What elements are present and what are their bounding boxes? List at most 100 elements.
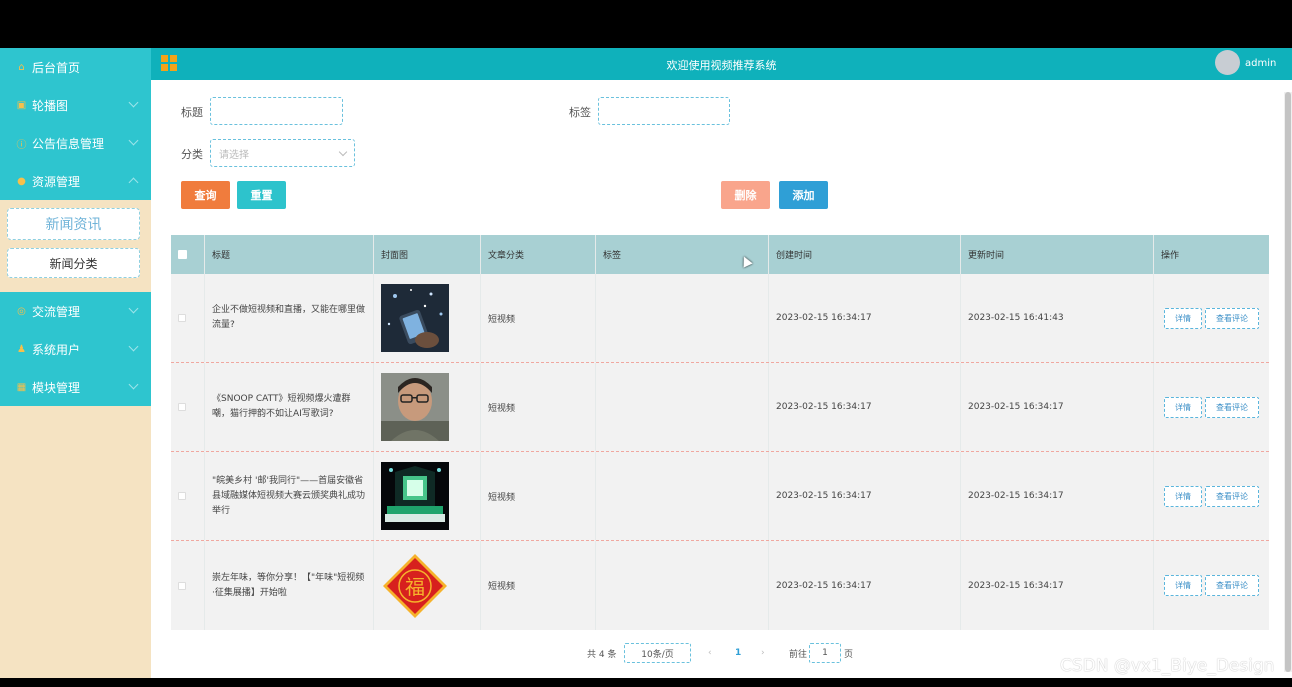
title-input[interactable] [210,97,343,125]
column-header: 创建时间 [769,235,961,274]
sidebar-item-label: 模块管理 [32,380,81,395]
category-cell: 短视频 [481,452,596,540]
sidebar-item-home[interactable]: ⌂ 后台首页 [0,48,151,86]
avatar[interactable] [1215,50,1240,75]
sidebar-item-label: 交流管理 [32,304,81,319]
sidebar-menu: ⌂ 后台首页 ▣ 轮播图 ⓘ 公告信息管理 ● 资源管理 [0,48,151,200]
view-comments-button[interactable]: 查看评论 [1205,307,1259,329]
top-header: 欢迎使用视频推荐系统 admin [151,48,1292,80]
view-comments-button[interactable]: 查看评论 [1205,396,1259,418]
updated-time-cell: 2023-02-15 16:34:17 [961,363,1154,451]
sidebar-item-notice[interactable]: ⓘ 公告信息管理 [0,124,151,162]
detail-button[interactable]: 详情 [1164,575,1202,596]
row-select-cell [171,274,205,362]
reset-button[interactable]: 重置 [237,181,286,209]
sidebar-item-resources[interactable]: ● 资源管理 [0,162,151,200]
chat-icon: ◎ [17,305,26,317]
total-count: 共 4 条 [587,649,617,660]
table-row: 企业不做短视频和直播，又能在哪里做流量? 短视频 2023-02-15 16:3… [171,274,1269,363]
sidebar-menu-lower: ◎ 交流管理 ♟ 系统用户 ▦ 模块管理 [0,292,151,406]
sidebar-item-label: 公告信息管理 [32,136,105,151]
cover-image-phone [381,284,449,352]
sidebar-item-carousel[interactable]: ▣ 轮播图 [0,86,151,124]
row-select-cell [171,541,205,630]
chevron-up-icon [128,177,139,188]
sidebar-item-modules[interactable]: ▦ 模块管理 [0,368,151,406]
tag-label: 标签 [569,106,591,119]
row-checkbox[interactable] [178,492,186,500]
table-row: "皖美乡村 '邮'我同行"——首届安徽省县域融媒体短视频大赛云颁奖典礼成功举行 … [171,452,1269,541]
created-time-cell: 2023-02-15 16:34:17 [769,363,961,451]
sidebar: ⌂ 后台首页 ▣ 轮播图 ⓘ 公告信息管理 ● 资源管理 新闻资讯 新闻分类 ◎ 交流管理… [0,48,151,678]
actions-cell: 详情 查看评论 [1154,363,1269,451]
sidebar-item-users[interactable]: ♟ 系统用户 [0,330,151,368]
page-size-select[interactable]: 10条/页 [624,643,691,663]
cover-image-stage [381,462,449,530]
category-cell: 短视频 [481,541,596,630]
column-header: 标题 [205,235,374,274]
sidebar-item-communication[interactable]: ◎ 交流管理 [0,292,151,330]
tag-cell [596,541,769,630]
row-checkbox[interactable] [178,403,186,411]
view-comments-button[interactable]: 查看评论 [1205,575,1259,596]
actions-cell: 详情 查看评论 [1154,274,1269,362]
page-suffix: 页 [844,649,854,660]
cover-cell [374,274,481,362]
table-header: 标题 封面图 文章分类 标签 创建时间 更新时间 操作 [171,235,1269,274]
chevron-down-icon [338,147,348,157]
submenu-news-category[interactable]: 新闻分类 [7,248,140,278]
main-content: 欢迎使用视频推荐系统 admin 标题 标签 分类 请选择 查询 重置 删除 添… [151,48,1292,678]
vertical-scrollbar[interactable] [1284,92,1292,672]
page-title: 欢迎使用视频推荐系统 [666,59,777,72]
row-checkbox[interactable] [178,581,186,590]
module-icon: ▦ [16,381,27,393]
view-comments-button[interactable]: 查看评论 [1205,485,1259,507]
home-icon: ⌂ [18,61,25,73]
created-time-cell: 2023-02-15 16:34:17 [769,274,961,362]
sidebar-item-label: 后台首页 [32,60,81,75]
column-header: 标签 [596,235,769,274]
submenu: 新闻资讯 新闻分类 [0,200,151,292]
updated-time-cell: 2023-02-15 16:34:17 [961,452,1154,540]
image-icon: ▣ [16,99,27,111]
updated-time-cell: 2023-02-15 16:41:43 [961,274,1154,362]
screen-top-bar [0,0,1292,48]
column-header: 文章分类 [481,235,596,274]
info-icon: ⓘ [16,139,27,151]
table-row: 《SNOOP CATT》短视频爆火遭群嘲，猫行押韵不如让AI写歌词? 短视频 2… [171,363,1269,452]
category-select[interactable]: 请选择 [210,139,355,167]
updated-time-cell: 2023-02-15 16:34:17 [961,541,1154,630]
query-button[interactable]: 查询 [181,181,230,209]
chevron-down-icon [128,303,139,314]
detail-button[interactable]: 详情 [1164,396,1202,418]
next-page-icon[interactable]: › [761,643,765,663]
submenu-news[interactable]: 新闻资讯 [7,208,140,240]
username[interactable]: admin [1245,58,1276,69]
row-checkbox[interactable] [178,314,186,322]
column-header: 更新时间 [961,235,1154,274]
detail-button[interactable]: 详情 [1164,307,1202,329]
column-header: 操作 [1161,251,1180,261]
detail-button[interactable]: 详情 [1164,485,1202,507]
category-label: 分类 [181,148,203,161]
tag-cell [596,452,769,540]
cover-image-fu: 福 [381,551,449,620]
current-page[interactable]: 1 [735,643,741,663]
delete-button[interactable]: 删除 [721,181,770,209]
table-row: 崇左年味，等你分享！【"年味"短视频·征集展播】开始啦 福 短视频 2023-0… [171,541,1269,630]
row-select-cell [171,452,205,540]
chevron-down-icon [128,97,139,108]
created-time-cell: 2023-02-15 16:34:17 [769,452,961,540]
title-cell: 《SNOOP CATT》短视频爆火遭群嘲，猫行押韵不如让AI写歌词? [205,363,374,451]
prev-page-icon[interactable]: ‹ [708,643,712,663]
scrollbar-thumb[interactable] [1285,92,1291,672]
sidebar-item-label: 系统用户 [32,342,81,357]
chevron-down-icon [128,379,139,390]
select-all-cell [171,235,205,274]
goto-page-input[interactable]: 1 [809,643,841,663]
title-cell: 企业不做短视频和直播，又能在哪里做流量? [205,274,374,362]
select-all-checkbox[interactable] [178,250,187,259]
add-button[interactable]: 添加 [779,181,828,209]
tag-input[interactable] [598,97,730,125]
column-header: 封面图 [374,235,481,274]
